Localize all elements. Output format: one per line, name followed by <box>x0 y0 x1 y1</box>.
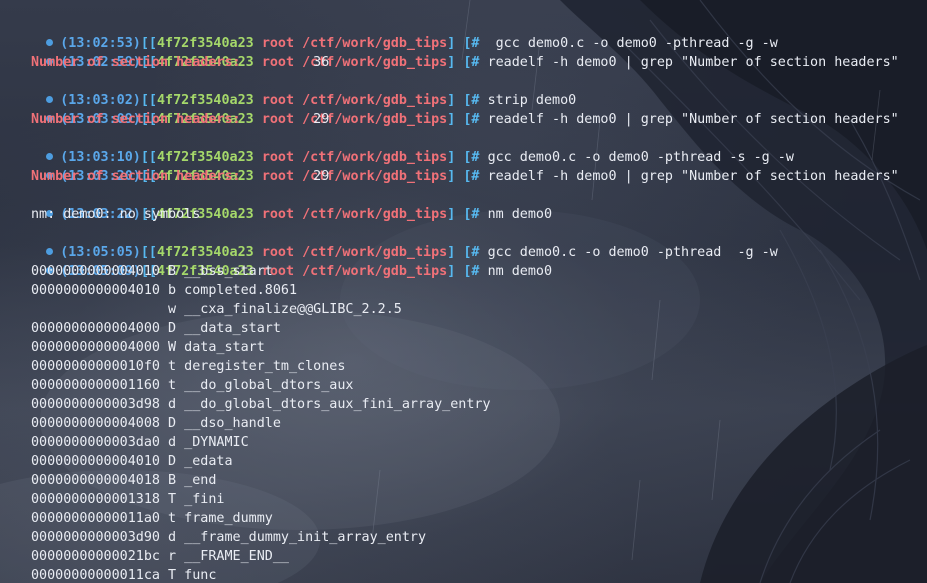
output-value: 29 <box>313 112 330 127</box>
error-message: nm: demo0: no symbols <box>31 207 201 222</box>
symbol-line: 00000000000010f0 t deregister_tm_clones <box>31 359 346 374</box>
command-line: (13:03:02)[[4f72f3540a23 root /ctf/work/… <box>14 72 576 108</box>
symbol-line: 00000000000011a0 t frame_dummy <box>31 511 273 526</box>
symbol-line: w __cxa_finalize@@GLIBC_2.2.5 <box>31 302 402 317</box>
output-value: 29 <box>313 169 330 184</box>
symbol-line: 0000000000001160 t __do_global_dtors_aux <box>31 378 354 393</box>
command-text: nm demo0 <box>487 264 553 279</box>
command-line: (13:05:09)[[4f72f3540a23 root /ctf/work/… <box>14 243 552 279</box>
terminal-output[interactable]: (13:02:53)[[4f72f3540a23 root /ctf/work/… <box>0 0 927 583</box>
command-text: nm demo0 <box>487 207 553 222</box>
command-text: readelf -h demo0 | grep "Number of secti… <box>487 169 899 184</box>
working-directory: /ctf/work/gdb_tips <box>302 264 448 279</box>
command-output: Number of section headers: 29 <box>14 167 329 186</box>
command-line: (13:03:10)[[4f72f3540a23 root /ctf/work/… <box>14 129 794 165</box>
username: root <box>261 207 295 222</box>
symbol-line: 00000000000021bc r __FRAME_END__ <box>31 549 289 564</box>
symbol-line: 0000000000004008 D __dso_handle <box>31 416 281 431</box>
command-output: Number of section headers: 36 <box>14 53 329 72</box>
command-line: (13:05:05)[[4f72f3540a23 root /ctf/work/… <box>14 224 778 260</box>
command-output: Number of section headers: 29 <box>14 110 329 129</box>
working-directory: /ctf/work/gdb_tips <box>302 207 448 222</box>
symbol-line: 0000000000004000 D __data_start <box>31 321 281 336</box>
symbol-line: 0000000000004010 b completed.8061 <box>31 283 298 298</box>
command-line: (13:03:20)[[4f72f3540a23 root /ctf/work/… <box>14 148 899 184</box>
command-line: (13:02:59)[[4f72f3540a23 root /ctf/work/… <box>14 34 899 70</box>
symbol-line: 0000000000003da0 d _DYNAMIC <box>31 435 249 450</box>
symbol-line: 0000000000004000 W data_start <box>31 340 265 355</box>
command-line: (13:02:53)[[4f72f3540a23 root /ctf/work/… <box>14 15 778 51</box>
output-key: Number of section headers: <box>31 112 241 127</box>
output-key: Number of section headers: <box>31 169 241 184</box>
symbol-line: 0000000000001318 T _fini <box>31 492 225 507</box>
symbol-line: 0000000000004010 B __bss_start <box>31 264 273 279</box>
command-text: readelf -h demo0 | grep "Number of secti… <box>487 112 899 127</box>
symbol-line: 0000000000003d90 d __frame_dummy_init_ar… <box>31 530 427 545</box>
command-text: readelf -h demo0 | grep "Number of secti… <box>487 55 899 70</box>
symbol-line: 0000000000004010 D _edata <box>31 454 233 469</box>
symbol-line: 0000000000004018 B _end <box>31 473 217 488</box>
command-line: (13:03:22)[[4f72f3540a23 root /ctf/work/… <box>14 186 552 222</box>
command-output: nm: demo0: no symbols <box>31 205 200 224</box>
command-line: (13:03:09)[[4f72f3540a23 root /ctf/work/… <box>14 91 899 127</box>
output-value: 36 <box>313 55 330 70</box>
output-key: Number of section headers: <box>31 55 241 70</box>
symbol-line: 00000000000011ca T func <box>31 568 217 583</box>
symbol-line: 0000000000003d98 d __do_global_dtors_aux… <box>31 397 491 412</box>
